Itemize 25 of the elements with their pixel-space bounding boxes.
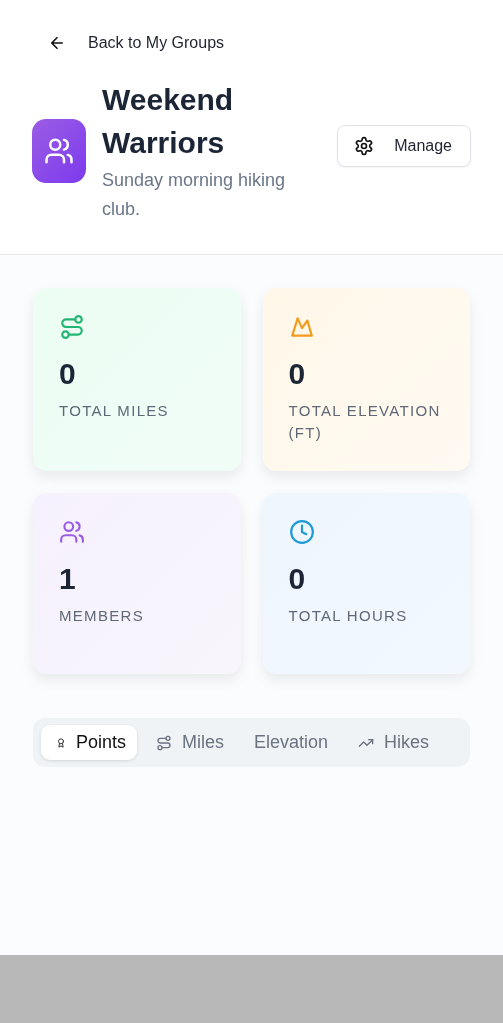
manage-button[interactable]: Manage [337, 125, 471, 167]
tab[interactable]: Miles [141, 725, 236, 760]
route-icon [156, 734, 173, 751]
stat-label: MEMBERS [59, 606, 145, 626]
settings-icon [354, 136, 375, 156]
tab[interactable]: Hikes [343, 725, 441, 760]
stat-label: TOTAL ELEVATION (FT) [288, 401, 442, 443]
back-link[interactable]: Back to My Groups [32, 26, 235, 60]
route-icon [59, 314, 85, 340]
stat-value: 1 [59, 561, 77, 597]
tab[interactable]: Points [41, 725, 138, 760]
group-description: Sunday morning hiking club. [102, 169, 287, 221]
stat-value: 0 [59, 356, 77, 392]
mountain-icon [288, 314, 315, 340]
users-icon [59, 519, 85, 545]
back-arrow-icon [48, 34, 66, 52]
medal-icon [56, 737, 66, 748]
stat-value: 0 [288, 561, 307, 597]
tab[interactable]: Elevation [239, 725, 340, 760]
stat-value: 0 [288, 356, 307, 392]
users-icon [44, 136, 74, 166]
group-name: Weekend Warriors [102, 82, 235, 161]
clock-icon [288, 519, 315, 545]
stat-label: TOTAL HOURS [288, 606, 409, 626]
stat-label: TOTAL MILES [59, 401, 170, 421]
